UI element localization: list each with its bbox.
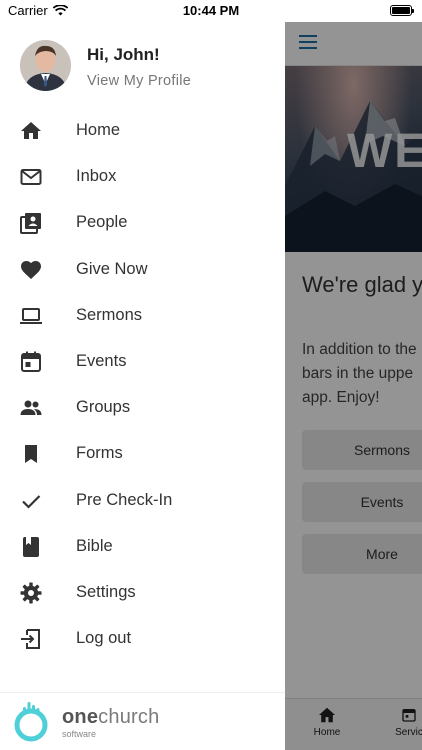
brand-subtitle: software — [62, 729, 97, 739]
onechurch-logo-icon — [14, 702, 48, 742]
profile-header[interactable]: Hi, John! View My Profile — [0, 22, 285, 112]
navigation-drawer: Hi, John! View My Profile Home Inbox Peo… — [0, 22, 285, 750]
brand-word-one: one — [62, 706, 99, 728]
menu-item-label: Forms — [76, 444, 123, 463]
menu-item-log-out[interactable]: Log out — [0, 615, 285, 661]
laptop-icon — [20, 307, 42, 324]
menu-item-bible[interactable]: Bible — [0, 523, 285, 569]
profile-greeting: Hi, John! — [87, 45, 160, 64]
avatar-photo — [20, 40, 71, 91]
menu-item-groups[interactable]: Groups — [0, 384, 285, 430]
menu-item-label: Bible — [76, 536, 113, 555]
brand-wordmark: onechurch — [62, 706, 159, 729]
home-icon — [21, 122, 41, 139]
menu-item-sermons[interactable]: Sermons — [0, 292, 285, 338]
drawer-scrim[interactable] — [285, 22, 422, 750]
bookmark-icon — [25, 445, 37, 464]
menu-item-label: Log out — [76, 629, 132, 648]
heart-icon — [21, 260, 41, 279]
book-icon — [23, 536, 39, 557]
logout-icon — [21, 629, 40, 650]
drawer-menu: Home Inbox People Give Now Sermons Event… — [0, 107, 285, 661]
status-bar: Carrier 10:44 PM — [0, 0, 422, 22]
checkmark-icon — [22, 494, 41, 509]
menu-item-label: Pre Check-In — [76, 490, 173, 509]
menu-item-home[interactable]: Home — [0, 107, 285, 153]
view-profile-link[interactable]: View My Profile — [87, 73, 191, 89]
mail-icon — [20, 169, 42, 186]
group-icon — [20, 400, 42, 416]
battery-icon — [390, 5, 414, 16]
menu-item-events[interactable]: Events — [0, 338, 285, 384]
status-time: 10:44 PM — [182, 3, 240, 18]
menu-item-label: Settings — [76, 582, 136, 601]
menu-item-inbox[interactable]: Inbox — [0, 153, 285, 199]
menu-item-pre-check-in[interactable]: Pre Check-In — [0, 477, 285, 523]
drawer-footer: onechurch software — [0, 692, 285, 750]
gear-icon — [20, 582, 42, 604]
avatar[interactable] — [20, 40, 71, 91]
menu-item-label: Home — [76, 121, 121, 139]
menu-item-label: Give Now — [76, 259, 148, 278]
menu-item-people[interactable]: People — [0, 199, 285, 245]
menu-item-label: Sermons — [76, 305, 143, 324]
menu-item-settings[interactable]: Settings — [0, 569, 285, 615]
menu-item-label: Groups — [76, 398, 131, 417]
menu-item-give-now[interactable]: Give Now — [0, 246, 285, 292]
calendar-icon — [21, 351, 41, 372]
menu-item-label: People — [76, 213, 128, 232]
menu-item-forms[interactable]: Forms — [0, 430, 285, 476]
menu-item-label: Events — [76, 351, 127, 370]
brand-word-church: church — [98, 706, 160, 728]
menu-item-label: Inbox — [76, 167, 117, 186]
people-directory-icon — [20, 213, 41, 235]
